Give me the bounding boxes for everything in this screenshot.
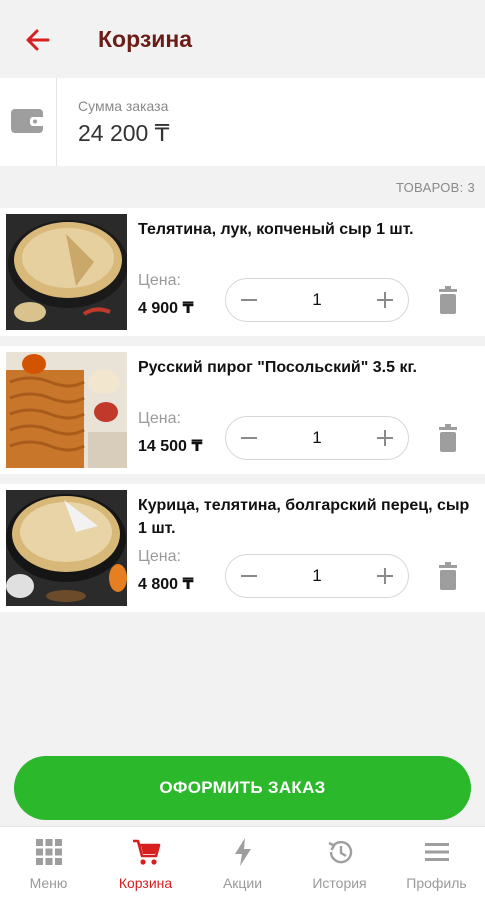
order-summary: Сумма заказа 24 200 ₸ bbox=[0, 78, 485, 166]
product-name: Телятина, лук, копченый сыр 1 шт. bbox=[138, 221, 414, 238]
product-image bbox=[6, 352, 127, 468]
minus-icon[interactable] bbox=[238, 565, 260, 587]
nav-label: Меню bbox=[29, 875, 68, 891]
app-header: Корзина bbox=[0, 0, 485, 78]
quantity-stepper: 1 bbox=[225, 416, 409, 460]
trash-icon[interactable] bbox=[437, 286, 459, 314]
page-title: Корзина bbox=[98, 26, 193, 52]
nav-item-menu[interactable]: Меню bbox=[0, 827, 97, 901]
nav-item-promotions[interactable]: Акции bbox=[194, 827, 291, 901]
back-arrow-icon[interactable] bbox=[22, 24, 54, 56]
price-value: 4 800 ₸ bbox=[138, 576, 194, 593]
nav-label: История bbox=[312, 875, 367, 891]
trash-icon[interactable] bbox=[437, 424, 459, 452]
cart-item: Русский пирог "Посольский" 3.5 кг. Цена:… bbox=[0, 346, 485, 474]
cart-item: Курица, телятина, болгарский перец, сыр … bbox=[0, 484, 485, 612]
history-icon bbox=[328, 840, 353, 864]
product-name: Курица, телятина, болгарский перец, сыр … bbox=[138, 497, 470, 537]
bottom-nav: Меню Корзина Акции История Профиль bbox=[0, 826, 485, 901]
quantity-stepper: 1 bbox=[225, 278, 409, 322]
price-label: Цена: bbox=[138, 272, 181, 289]
grid-icon bbox=[36, 839, 62, 865]
quantity-stepper: 1 bbox=[225, 554, 409, 598]
cart-item: Телятина, лук, копченый сыр 1 шт. Цена: … bbox=[0, 208, 485, 336]
trash-icon[interactable] bbox=[437, 562, 459, 590]
nav-label: Корзина bbox=[118, 875, 173, 891]
lightning-icon bbox=[235, 838, 251, 866]
order-sum-label: Сумма заказа bbox=[78, 98, 169, 114]
nav-item-cart[interactable]: Корзина bbox=[97, 827, 194, 901]
nav-item-profile[interactable]: Профиль bbox=[388, 827, 485, 901]
nav-item-history[interactable]: История bbox=[291, 827, 388, 901]
plus-icon[interactable] bbox=[374, 289, 396, 311]
product-name: Русский пирог "Посольский" 3.5 кг. bbox=[138, 359, 417, 376]
items-count: ТОВАРОВ: 3 bbox=[395, 180, 475, 195]
plus-icon[interactable] bbox=[374, 427, 396, 449]
nav-label: Профиль bbox=[406, 875, 467, 891]
quantity-value: 1 bbox=[312, 290, 322, 309]
quantity-value: 1 bbox=[312, 566, 322, 585]
minus-icon[interactable] bbox=[238, 427, 260, 449]
menu-icon bbox=[425, 843, 449, 861]
nav-label: Акции bbox=[222, 875, 263, 891]
order-sum-value: 24 200 ₸ bbox=[78, 120, 170, 146]
product-image bbox=[6, 490, 127, 606]
quantity-value: 1 bbox=[312, 428, 322, 447]
price-value: 4 900 ₸ bbox=[138, 300, 194, 317]
cart-icon bbox=[133, 839, 161, 865]
price-label: Цена: bbox=[138, 410, 181, 427]
summary-icon-cell bbox=[0, 78, 57, 166]
price-value: 14 500 ₸ bbox=[138, 438, 203, 455]
plus-icon[interactable] bbox=[374, 565, 396, 587]
minus-icon[interactable] bbox=[238, 289, 260, 311]
price-label: Цена: bbox=[138, 548, 181, 565]
wallet-icon bbox=[11, 109, 45, 133]
product-image bbox=[6, 214, 127, 330]
checkout-button[interactable]: ОФОРМИТЬ ЗАКАЗ bbox=[14, 756, 471, 820]
